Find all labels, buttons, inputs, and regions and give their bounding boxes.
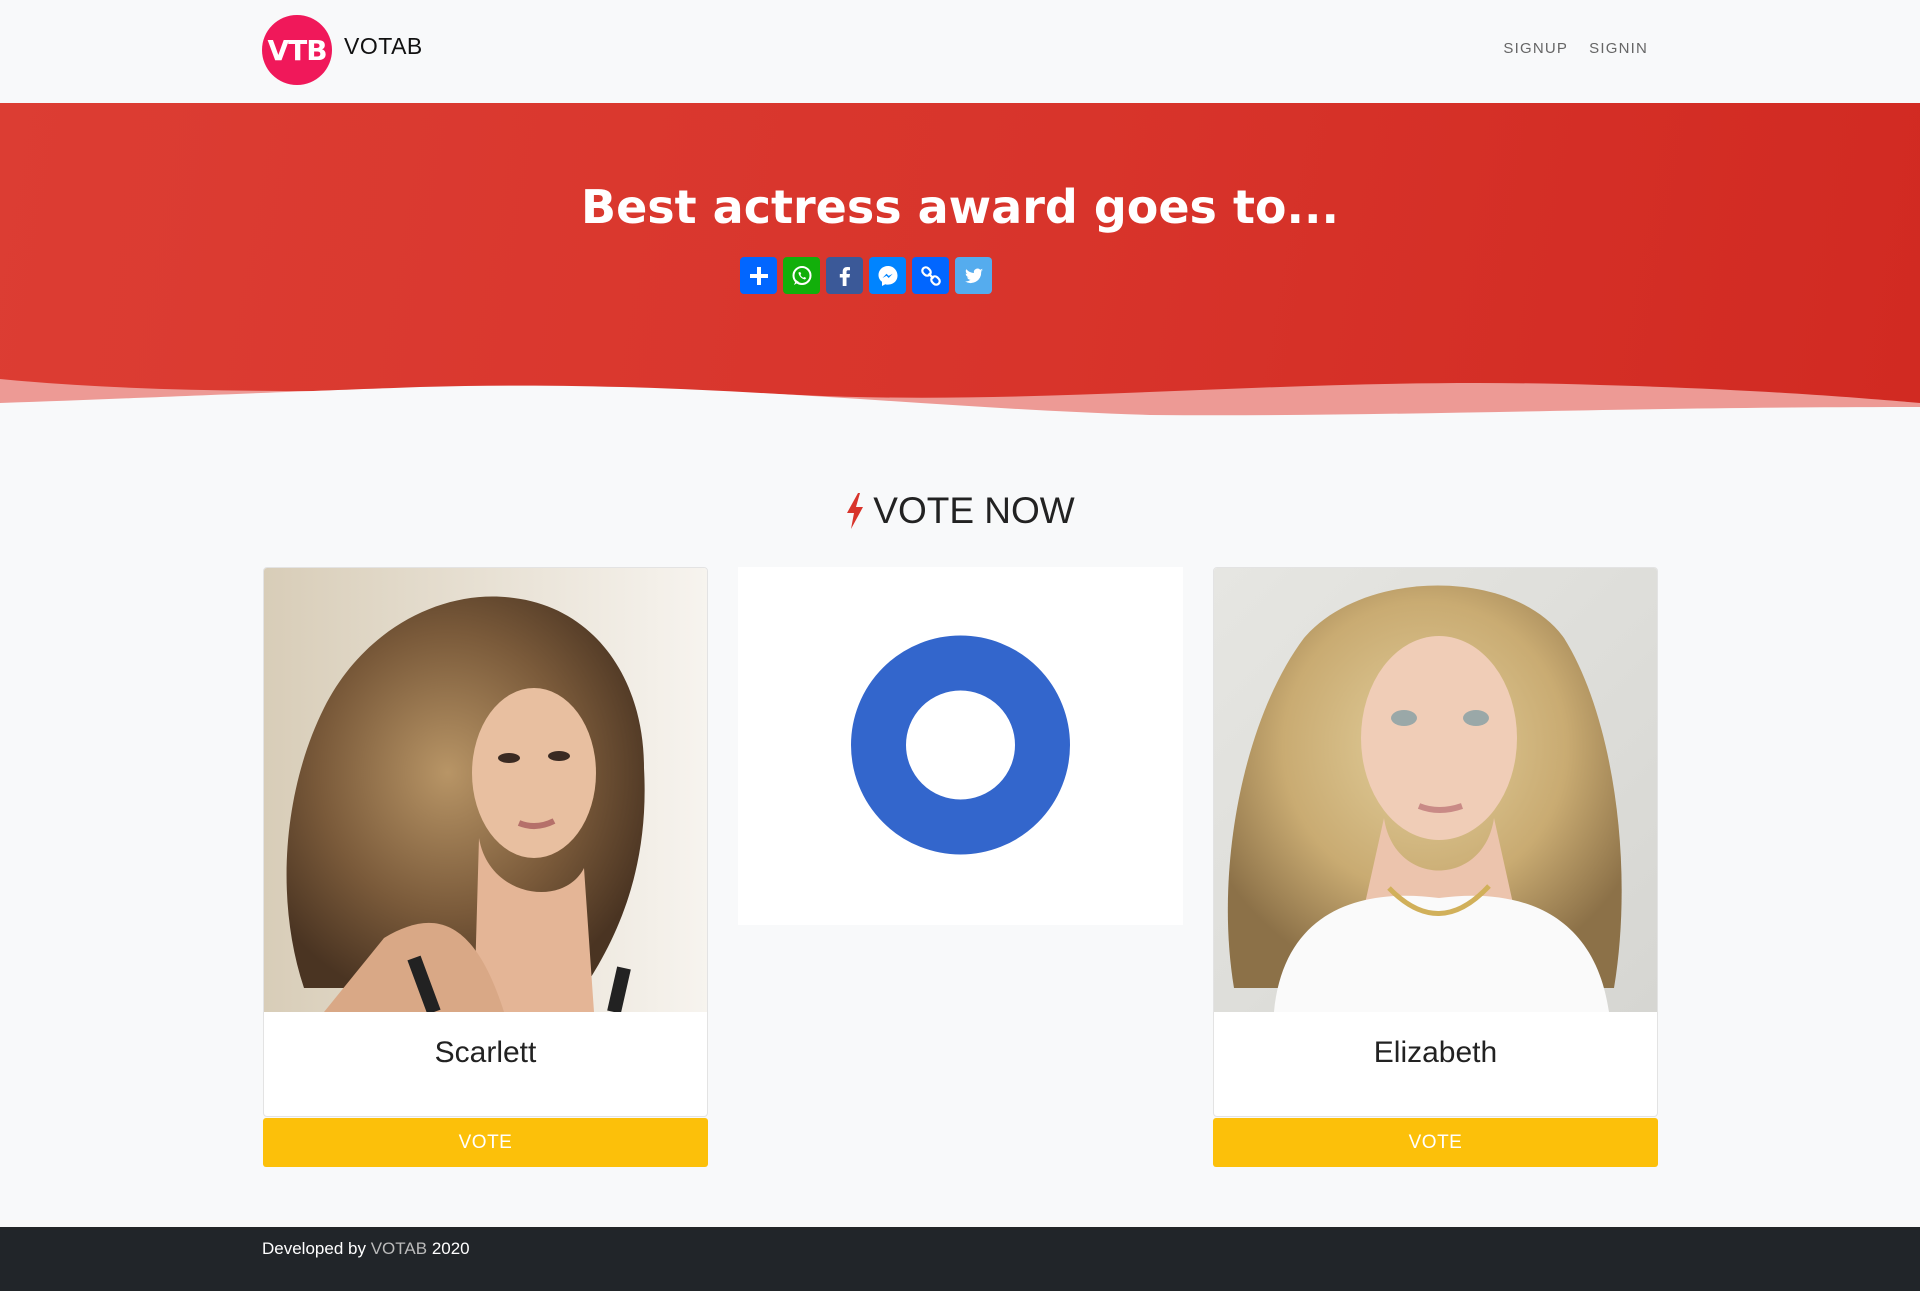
navbar: VTB VOTAB SIGNUP SIGNIN (0, 0, 1920, 103)
facebook-icon (839, 266, 850, 286)
plus-icon (749, 266, 768, 285)
brand-link[interactable]: VTB VOTAB (262, 15, 423, 85)
bolt-icon (847, 493, 864, 529)
footer-prefix: Developed by (262, 1239, 366, 1258)
link-icon (920, 265, 941, 286)
share-addtoany-button[interactable] (740, 257, 777, 294)
messenger-icon (878, 265, 897, 286)
nav-links: SIGNUP SIGNIN (1503, 40, 1648, 57)
candidate-name: Scarlett (434, 1036, 537, 1069)
candidate-card-elizabeth: Elizabeth (1213, 567, 1658, 1117)
share-facebook-button[interactable] (826, 257, 863, 294)
share-copylink-button[interactable] (912, 257, 949, 294)
share-whatsapp-button[interactable] (783, 257, 820, 294)
vote-now-label: VOTE NOW (873, 490, 1075, 531)
footer-credit: Developed by VOTAB 2020 (262, 1239, 470, 1259)
share-buttons (740, 257, 992, 294)
nav-signup-link[interactable]: SIGNUP (1503, 40, 1568, 57)
hero-banner: Best actress award goes to... (0, 103, 1920, 433)
twitter-icon (964, 268, 983, 283)
footer-brand-link[interactable]: VOTAB (371, 1239, 427, 1258)
chart-ring (851, 635, 1070, 855)
share-twitter-button[interactable] (955, 257, 992, 294)
candidate-name: Elizabeth (1373, 1036, 1498, 1069)
nav-signin-link[interactable]: SIGNIN (1589, 40, 1648, 57)
brand-name: VOTAB (344, 32, 423, 59)
share-messenger-button[interactable] (869, 257, 906, 294)
footer: Developed by VOTAB 2020 (0, 1227, 1920, 1291)
footer-year: 2020 (431, 1239, 470, 1258)
hero-wave (0, 379, 1920, 433)
vote-scarlett-button[interactable]: VOTE (263, 1118, 708, 1167)
logo: VTB (262, 15, 332, 85)
whatsapp-icon (792, 265, 811, 285)
page-title: Best actress award goes to... (581, 180, 1339, 234)
vote-chart (738, 567, 1183, 925)
vote-elizabeth-button[interactable]: VOTE (1213, 1118, 1658, 1167)
candidate-photo (264, 568, 707, 1012)
vote-now-heading: VOTE NOW (0, 490, 1920, 532)
candidate-card-scarlett: Scarlett (263, 567, 708, 1117)
candidate-photo (1214, 568, 1657, 1012)
